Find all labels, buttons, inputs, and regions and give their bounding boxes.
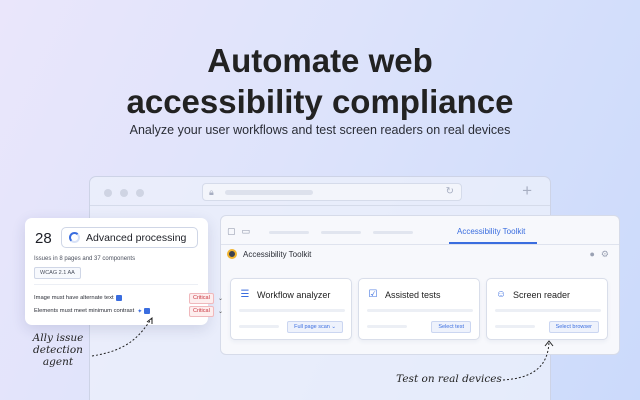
annotation-arrows [91, 316, 554, 381]
agent-arrow [91, 317, 153, 357]
devices-arrow [502, 341, 550, 381]
